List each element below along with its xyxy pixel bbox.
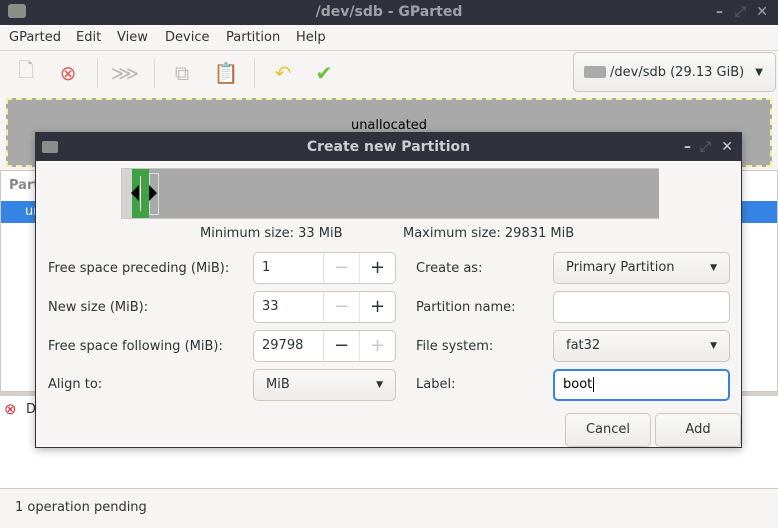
dialog-minimize-button[interactable]: – [684, 133, 691, 161]
new-size-spinner[interactable]: 33− + [253, 291, 396, 323]
menubar: GParted Edit View Device Partition Help [0, 25, 778, 51]
undo-icon[interactable]: ↶ [268, 58, 298, 88]
partition-size-slider[interactable] [121, 168, 659, 219]
disk-icon [584, 66, 606, 78]
device-label: /dev/sdb (29.13 GiB) [610, 64, 745, 80]
new-size-input[interactable]: 33 [254, 292, 323, 322]
window-titlebar: /dev/sdb - GParted – ⤢ ✕ [0, 0, 778, 25]
window-title: /dev/sdb - GParted [315, 4, 463, 20]
status-text: 1 operation pending [15, 500, 147, 515]
increment-button[interactable]: + [359, 253, 395, 283]
chevron-down-icon: ▼ [376, 380, 383, 390]
menu-view[interactable]: View [117, 30, 148, 45]
create-as-value: Primary Partition [566, 260, 675, 275]
align-label: Align to: [48, 377, 103, 392]
copy-icon[interactable]: ⧉ [167, 58, 197, 88]
preceding-label: Free space preceding (MiB): [48, 261, 230, 276]
file-system-label: File system: [416, 339, 494, 354]
align-value: MiB [266, 377, 290, 392]
statusbar: 1 operation pending [0, 488, 778, 528]
cancel-button[interactable]: Cancel [565, 413, 651, 447]
left-resize-handle[interactable] [123, 185, 139, 201]
align-dropdown[interactable]: MiB ▼ [253, 369, 396, 401]
device-selector[interactable]: /dev/sdb (29.13 GiB) ▼ [573, 52, 776, 92]
maximize-button[interactable]: ⤢ [735, 0, 746, 25]
resize-move-icon[interactable]: ⋙ [110, 58, 140, 88]
create-partition-dialog: Create new Partition – ⤢ ✕ Minimum size:… [35, 132, 742, 448]
increment-button[interactable]: + [359, 292, 395, 322]
gparted-app-icon [42, 141, 58, 153]
delete-icon[interactable]: ⊗ [53, 58, 83, 88]
create-as-dropdown[interactable]: Primary Partition ▼ [553, 252, 730, 284]
following-spinner[interactable]: 29798− + [253, 330, 396, 362]
gparted-app-icon [8, 4, 26, 18]
dialog-maximize-button[interactable]: ⤢ [700, 133, 711, 161]
label-input[interactable]: boot [553, 369, 730, 401]
menu-edit[interactable]: Edit [76, 30, 101, 45]
menu-gparted[interactable]: GParted [9, 30, 61, 45]
label-input-value: boot [563, 377, 593, 392]
apply-icon[interactable]: ✔ [309, 58, 339, 88]
decrement-button[interactable]: − [323, 292, 359, 322]
label-label: Label: [416, 377, 456, 392]
max-size-text: Maximum size: 29831 MiB [403, 226, 575, 241]
minimize-button[interactable]: – [716, 0, 723, 25]
menu-device[interactable]: Device [165, 30, 209, 45]
right-resize-handle[interactable] [149, 185, 165, 201]
chevron-down-icon: ▼ [710, 263, 717, 273]
new-partition-icon[interactable]: 🗋 [11, 58, 41, 88]
dialog-title: Create new Partition [306, 139, 471, 155]
create-as-label: Create as: [416, 261, 483, 276]
partition-name-label: Partition name: [416, 300, 516, 315]
preceding-input[interactable]: 1 [254, 253, 323, 283]
preceding-spinner[interactable]: 1− + [253, 252, 396, 284]
dialog-close-button[interactable]: ✕ [721, 133, 733, 161]
chevron-down-icon: ▼ [755, 66, 763, 78]
unallocated-label: unallocated [350, 118, 428, 133]
chevron-down-icon: ▼ [710, 341, 717, 351]
following-label: Free space following (MiB): [48, 339, 223, 354]
menu-partition[interactable]: Partition [226, 30, 280, 45]
add-button[interactable]: Add [655, 413, 741, 447]
increment-button[interactable]: + [359, 331, 395, 361]
dialog-titlebar: Create new Partition – ⤢ ✕ [36, 133, 741, 161]
close-button[interactable]: ✕ [756, 0, 768, 25]
following-input[interactable]: 29798 [254, 331, 323, 361]
decrement-button[interactable]: − [323, 253, 359, 283]
file-system-dropdown[interactable]: fat32 ▼ [553, 330, 730, 362]
decrement-button[interactable]: − [323, 331, 359, 361]
new-size-label: New size (MiB): [48, 300, 149, 315]
min-size-text: Minimum size: 33 MiB [200, 226, 343, 241]
file-system-value: fat32 [566, 338, 601, 353]
menu-help[interactable]: Help [296, 30, 326, 45]
partition-name-input[interactable] [553, 291, 730, 323]
paste-icon[interactable]: 📋 [211, 58, 241, 88]
delete-operation-icon: ⊗ [4, 400, 17, 418]
